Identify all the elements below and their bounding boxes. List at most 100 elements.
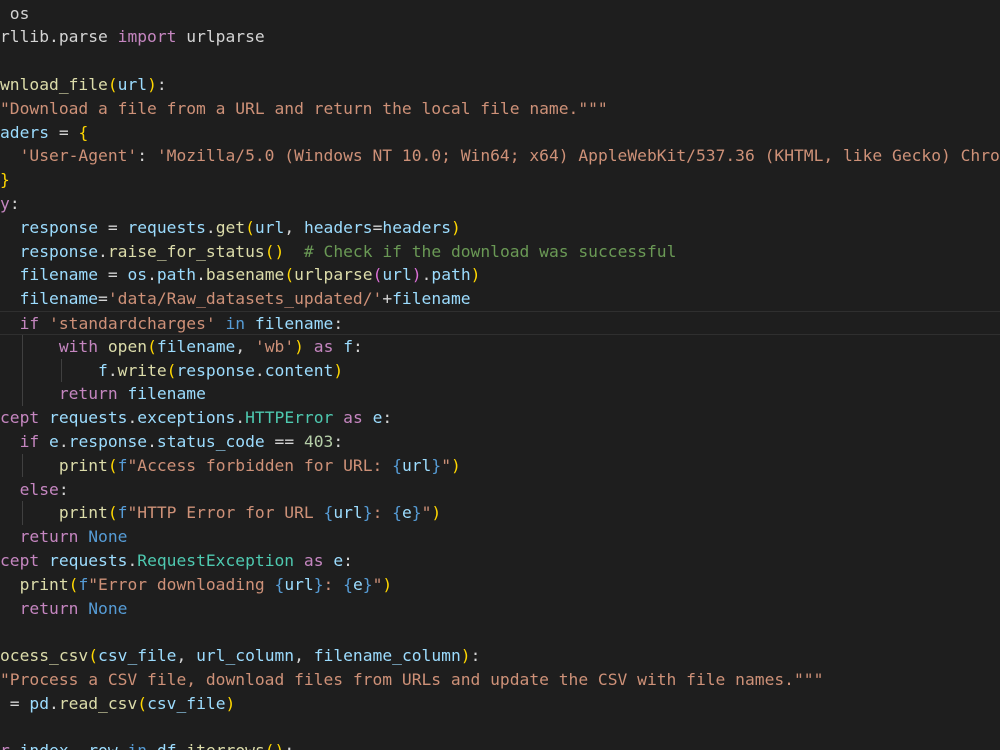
code-token: (	[88, 646, 99, 666]
code-line[interactable]: response.raise_for_status() # Check if t…	[0, 240, 1000, 264]
code-token: (	[68, 574, 79, 594]
code-token: "	[372, 574, 383, 594]
code-token: e	[401, 503, 412, 523]
code-line[interactable]: "Process a CSV file, download files from…	[0, 668, 1000, 692]
code-token: :	[372, 503, 393, 523]
code-line[interactable]: return None	[0, 525, 1000, 549]
code-token: ==	[264, 431, 304, 451]
code-line[interactable]: aders = {	[0, 121, 1000, 145]
code-token: "Access forbidden for URL:	[127, 455, 393, 475]
code-line[interactable]: y:	[0, 192, 1000, 216]
code-token: "HTTP Error for URL	[127, 503, 324, 523]
code-token: "	[421, 503, 432, 523]
code-token: r	[0, 741, 10, 750]
code-token: )	[333, 360, 344, 380]
code-token: if	[19, 313, 40, 333]
code-token: raise_for_status	[107, 241, 265, 261]
code-token: f	[117, 455, 128, 475]
code-line[interactable]: print(f"Error downloading {url}: {e}")	[0, 573, 1000, 597]
code-token: :	[284, 741, 294, 750]
code-token: ,	[176, 646, 197, 666]
code-line[interactable]: = pd.read_csv(csv_file)	[0, 692, 1000, 716]
code-line[interactable]: wnload_file(url):	[0, 73, 1000, 97]
code-token: basename	[205, 265, 285, 285]
code-line[interactable]: 'User-Agent': 'Mozilla/5.0 (Windows NT 1…	[0, 144, 1000, 168]
code-line[interactable]	[0, 620, 1000, 644]
code-line[interactable]	[0, 716, 1000, 740]
code-token: e	[49, 431, 59, 451]
code-line[interactable]: }	[0, 168, 1000, 192]
code-token: :	[333, 313, 344, 333]
code-token: 'standardcharges'	[49, 313, 216, 333]
code-token: url	[254, 217, 285, 237]
code-token: .	[254, 360, 265, 380]
code-token: {	[323, 503, 334, 523]
code-token: url	[284, 574, 314, 594]
code-line[interactable]: response = requests.get(url, headers=hea…	[0, 216, 1000, 240]
code-line[interactable]: return None	[0, 597, 1000, 621]
code-line[interactable]: else:	[0, 478, 1000, 502]
code-token: cept	[0, 408, 40, 428]
code-token: None	[88, 527, 128, 547]
code-line[interactable]: print(f"Access forbidden for URL: {url}"…	[0, 454, 1000, 478]
code-token: .	[147, 265, 157, 285]
code-token: (	[166, 360, 177, 380]
code-token: :	[9, 193, 20, 213]
code-line[interactable]: cept requests.RequestException as e:	[0, 549, 1000, 573]
code-token: print	[19, 574, 69, 594]
code-token: as	[313, 336, 334, 356]
code-token: with	[58, 336, 99, 356]
code-line[interactable]: rllib.parse import urlparse	[0, 25, 1000, 49]
code-line[interactable]: print(f"HTTP Error for URL {url}: {e}")	[0, 501, 1000, 525]
code-token: )	[470, 265, 481, 285]
code-token: ()	[264, 241, 285, 261]
code-token: url	[117, 74, 148, 94]
code-token: +	[382, 289, 393, 309]
code-token: index	[20, 741, 69, 750]
code-token: 'wb'	[254, 336, 295, 356]
code-line[interactable]: cept requests.exceptions.HTTPError as e:	[0, 406, 1000, 430]
code-line[interactable]: with open(filename, 'wb') as f:	[0, 335, 1000, 359]
code-token: filename	[392, 289, 471, 309]
code-line[interactable]: f.write(response.content)	[0, 359, 1000, 383]
code-line[interactable]: ocess_csv(csv_file, url_column, filename…	[0, 644, 1000, 668]
code-token: (	[137, 693, 148, 713]
code-token: cept	[0, 550, 40, 570]
code-token: requests	[49, 550, 128, 570]
code-token: headers	[382, 217, 452, 237]
code-token: os	[127, 265, 148, 285]
code-line[interactable]	[0, 49, 1000, 73]
code-line[interactable]: "Download a file from a URL and return t…	[0, 97, 1000, 121]
code-line[interactable]: filename = os.path.basename(urlparse(url…	[0, 263, 1000, 287]
code-line[interactable]: r index, row in df.iterrows():	[0, 739, 1000, 750]
code-token: :	[382, 408, 393, 428]
code-line[interactable]: if 'standardcharges' in filename:	[0, 310, 1000, 335]
code-line[interactable]: return filename	[0, 382, 1000, 406]
code-line[interactable]: filename='data/Raw_datasets_updated/'+fi…	[0, 287, 1000, 311]
code-token: response	[19, 241, 99, 261]
code-token: if	[19, 431, 40, 451]
code-token: {	[78, 122, 89, 142]
code-token: requests	[127, 217, 206, 237]
code-token: ()	[265, 741, 285, 750]
code-token: }	[313, 574, 324, 594]
code-token: (	[107, 455, 118, 475]
code-line[interactable]: os	[0, 2, 1000, 26]
code-token: filename_column	[313, 646, 461, 666]
code-line[interactable]: if e.response.status_code == 403:	[0, 430, 1000, 454]
code-editor[interactable]: os rllib.parse import urlparse wnload_file…	[0, 0, 1000, 750]
code-token: )	[451, 455, 461, 475]
